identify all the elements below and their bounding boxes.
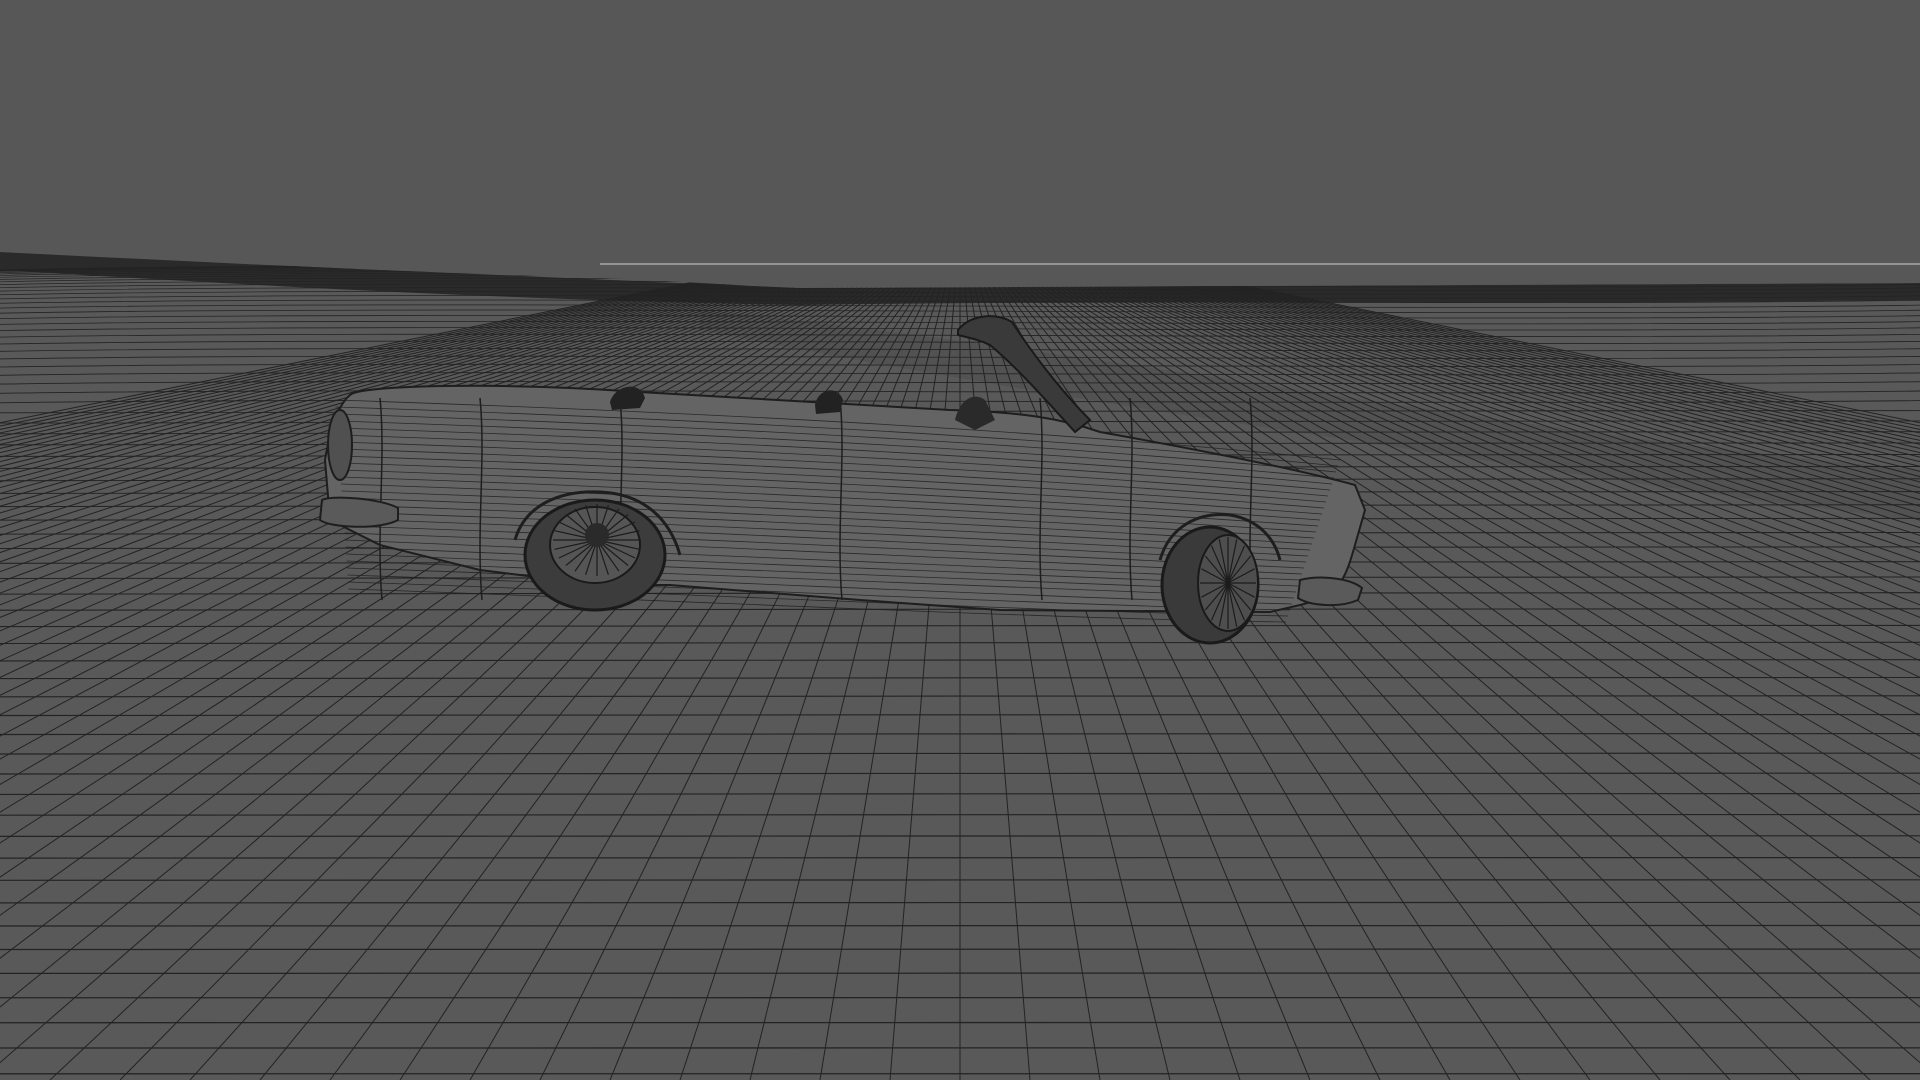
front-wheel xyxy=(1160,525,1260,645)
wireframe-render xyxy=(0,0,1920,1080)
tail-light xyxy=(327,409,353,481)
3d-viewport[interactable] xyxy=(0,0,1920,1080)
rear-wheel xyxy=(523,498,667,612)
front-bumper xyxy=(1296,576,1364,607)
terrain-ground xyxy=(0,252,1920,1080)
